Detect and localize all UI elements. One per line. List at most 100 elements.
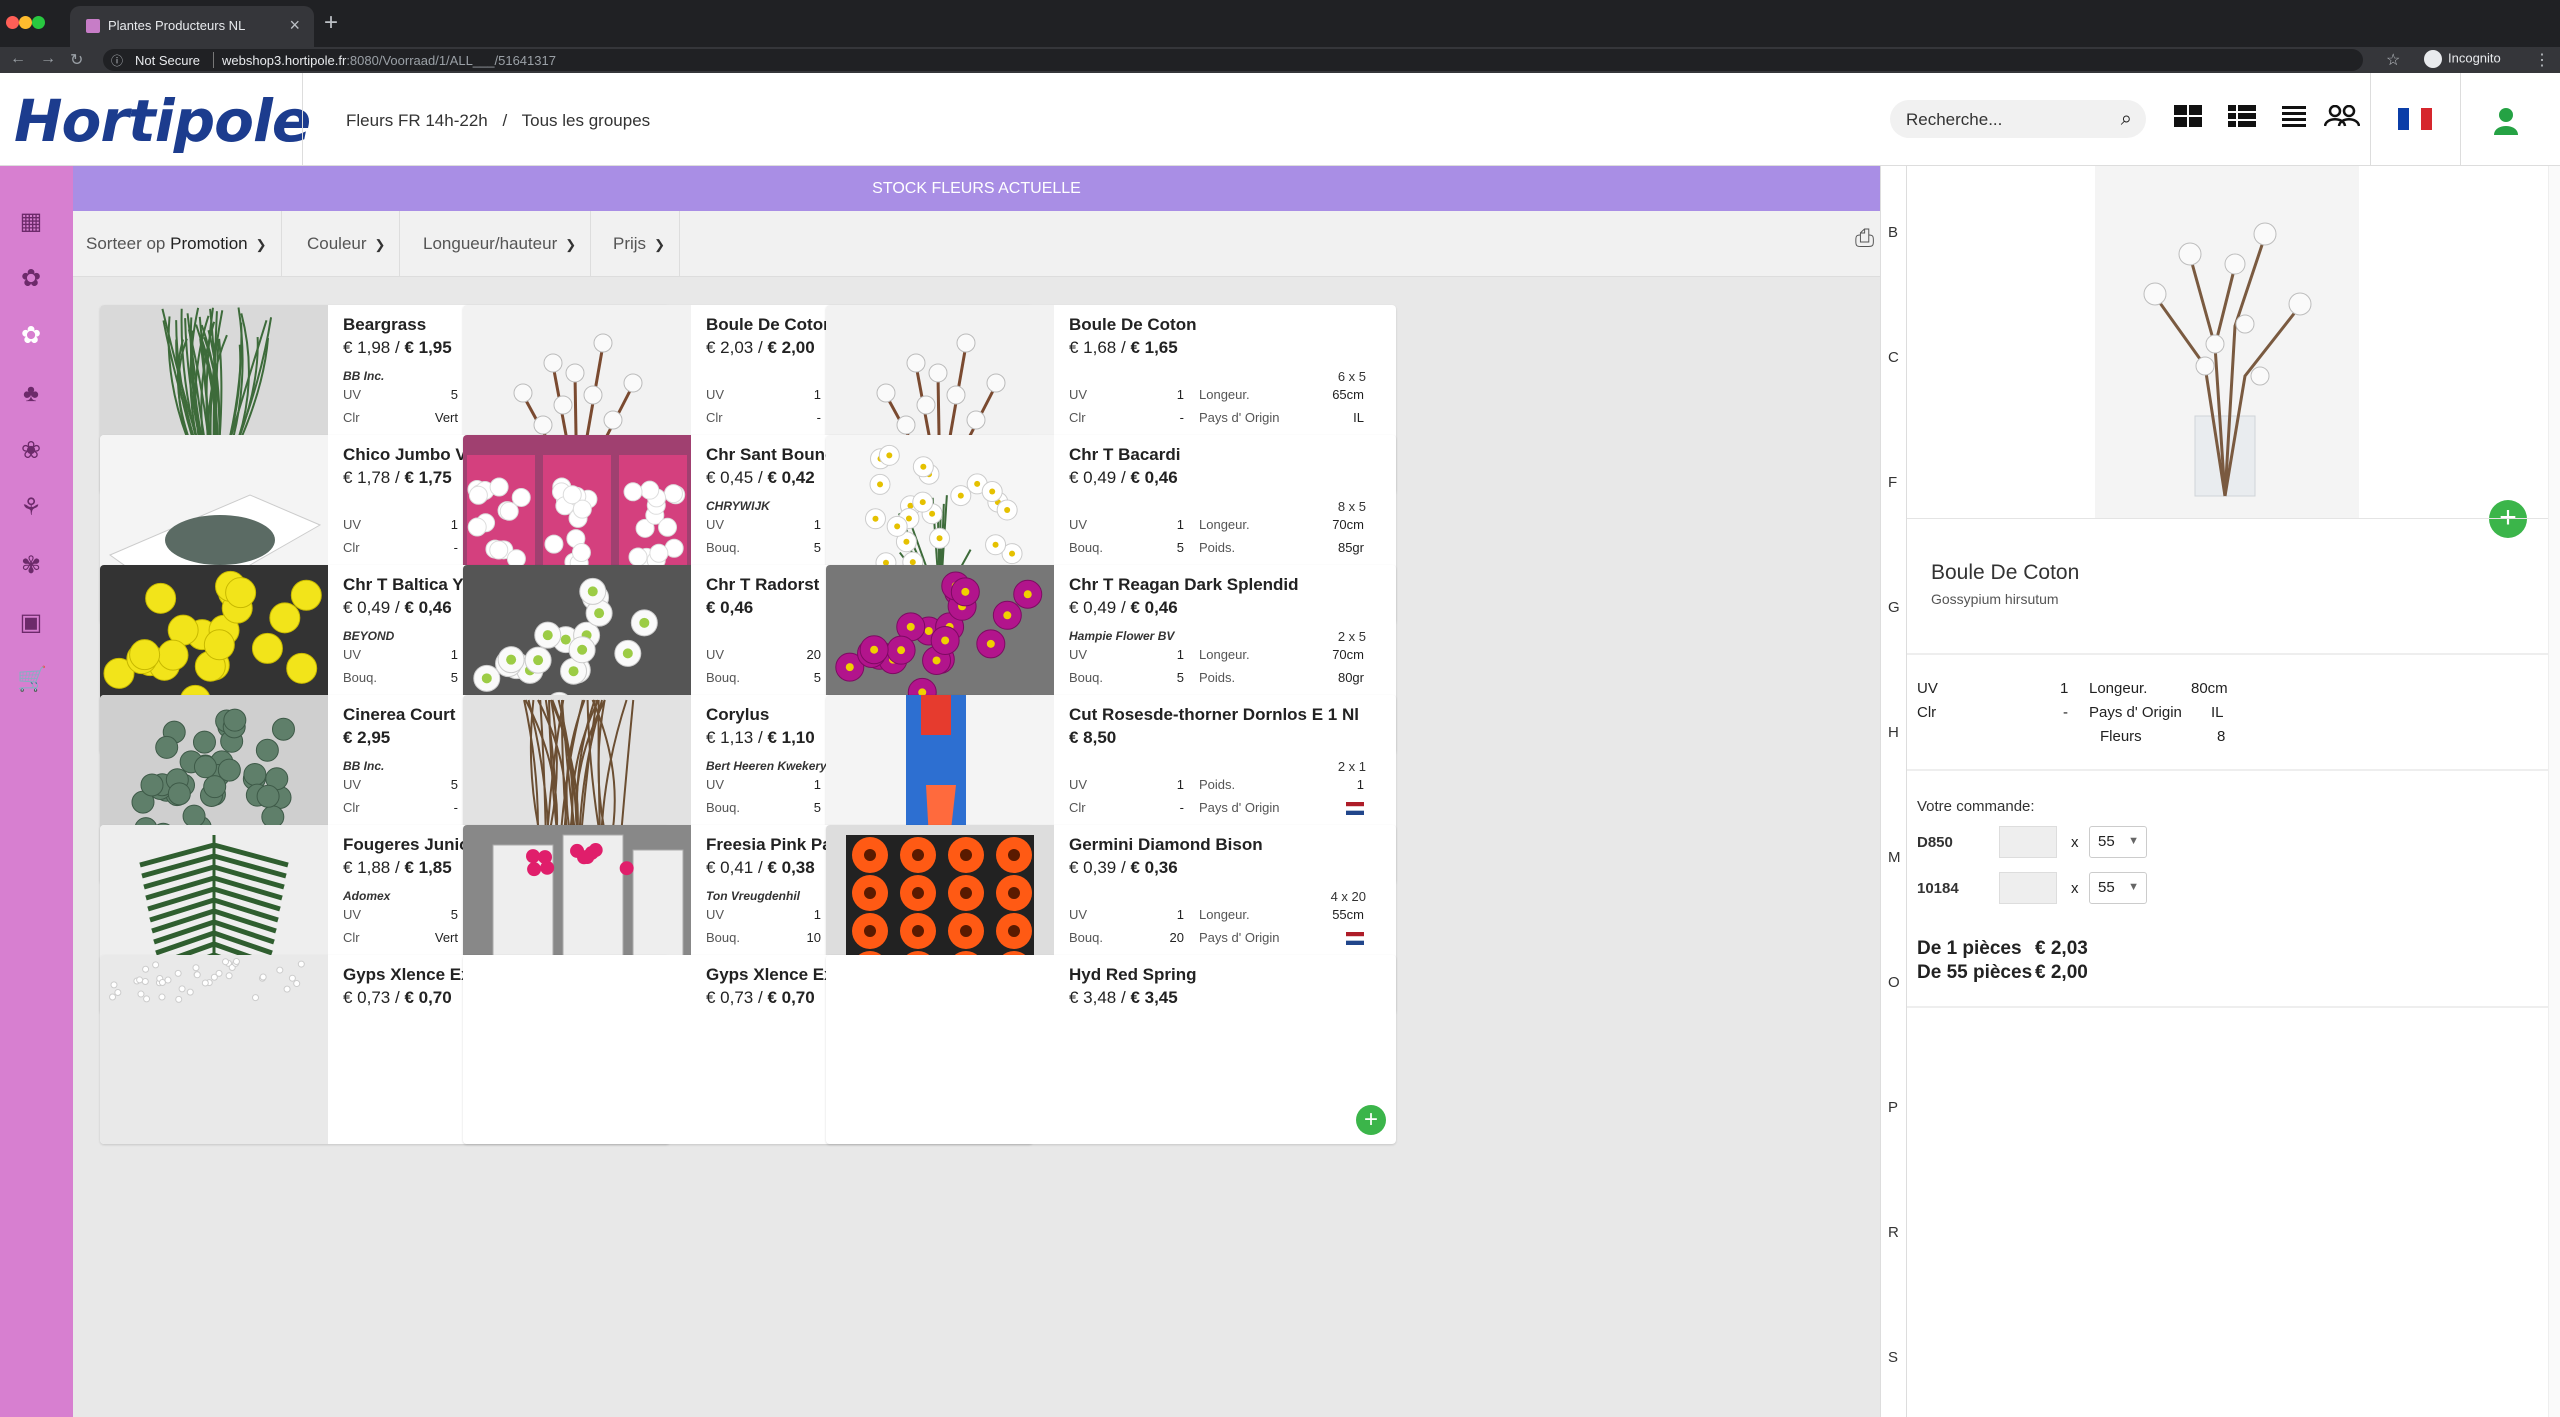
back-arrow-icon[interactable]: ←: [10, 50, 26, 68]
alphabet-letter-m[interactable]: M: [1888, 849, 1901, 866]
search-input[interactable]: [1906, 110, 2106, 130]
spec-value: [1346, 930, 1364, 946]
order-unit-select[interactable]: 55 ▼: [2089, 872, 2147, 904]
browser-menu-icon[interactable]: ⋮: [2534, 50, 2550, 70]
alphabet-letter-h[interactable]: H: [1888, 724, 1899, 741]
breadcrumb-item-assortment[interactable]: Fleurs FR 14h-22h: [346, 111, 488, 130]
site-header: Hortipole Fleurs FR 14h-22h / Tous les g…: [0, 73, 2560, 166]
alphabet-letter-b[interactable]: B: [1888, 224, 1898, 241]
spec-label: Clr: [1917, 704, 1937, 721]
close-window-button[interactable]: [6, 16, 19, 29]
alphabet-letter-s[interactable]: S: [1888, 1349, 1898, 1366]
detail-add-button[interactable]: +: [2489, 500, 2527, 538]
alphabet-letter-f[interactable]: F: [1888, 474, 1897, 491]
detail-product-name: Boule De Coton: [1931, 561, 2080, 584]
product-card-hyd-red-spring[interactable]: Hyd Red Spring € 3,48 / € 3,45 +: [826, 955, 1396, 1144]
longueur-filter[interactable]: Longueur/hauteur ❯: [410, 211, 592, 277]
product-image[interactable]: [463, 955, 691, 1144]
product-image[interactable]: [100, 955, 328, 1144]
product-name[interactable]: Chr T Bacardi: [1069, 445, 1180, 465]
product-spec-row: UV 1 Longeur. 55cm: [1069, 907, 1364, 923]
branch-icon[interactable]: ⚘: [17, 494, 45, 522]
product-name[interactable]: Chico Jumbo V P: [343, 445, 483, 465]
alphabet-letter-o[interactable]: O: [1888, 974, 1900, 991]
blossom-icon[interactable]: ❀: [17, 437, 45, 465]
prijs-filter[interactable]: Prijs ❯: [600, 211, 680, 277]
reload-icon[interactable]: ↻: [70, 50, 83, 70]
spec-label: Fleurs: [2100, 728, 2142, 745]
grid-large-view-icon[interactable]: [2174, 105, 2202, 127]
hortipole-logo[interactable]: Hortipole: [14, 87, 311, 155]
spec-value: [1346, 800, 1364, 816]
alphabet-letter-c[interactable]: C: [1888, 349, 1899, 366]
forward-arrow-icon[interactable]: →: [40, 50, 56, 68]
product-name[interactable]: Boule De Coton: [1069, 315, 1197, 335]
spec-label: Longeur.: [1199, 647, 1250, 662]
category-sidebar: ▦ ✿ ✿ ♣ ❀ ⚘ ✾ ▣ 🛒: [0, 166, 73, 1417]
spec-value: 5: [450, 907, 458, 922]
couleur-filter[interactable]: Couleur ❯: [294, 211, 401, 277]
users-icon[interactable]: [2324, 105, 2360, 127]
product-name[interactable]: Germini Diamond Bison: [1069, 835, 1263, 855]
url-text[interactable]: webshop3.hortipole.fr:8080/Voorraad/1/AL…: [222, 53, 556, 68]
shopping-cart-icon[interactable]: 🛒: [17, 666, 47, 694]
flower-icon[interactable]: ✿: [17, 265, 45, 293]
order-unit-select[interactable]: 55 ▼: [2089, 826, 2147, 858]
product-name[interactable]: Chr T Radorst: [706, 575, 819, 595]
spec-value: -: [2063, 704, 2068, 721]
product-name[interactable]: Fougeres Junior: [343, 835, 476, 855]
alphabet-letter-r[interactable]: R: [1888, 1224, 1899, 1241]
product-price: € 0,39 / € 0,36: [1069, 858, 1178, 877]
minimize-window-button[interactable]: [19, 16, 32, 29]
spec-value: 5: [813, 800, 821, 815]
breadcrumb-item-groups[interactable]: Tous les groupes: [522, 111, 651, 130]
product-name[interactable]: Corylus: [706, 705, 769, 725]
pack-size: 2 x 1: [1337, 759, 1366, 774]
new-tab-button[interactable]: +: [324, 9, 338, 37]
address-bar[interactable]: ⓘ Not Secure webshop3.hortipole.fr:8080/…: [103, 49, 2363, 71]
incognito-indicator[interactable]: Incognito: [2424, 50, 2501, 68]
stock-banner: STOCK FLEURS ACTUELLE: [73, 166, 1880, 211]
order-line-code: D850: [1917, 834, 1953, 851]
print-icon[interactable]: ⎙: [1855, 225, 1874, 253]
browser-tab[interactable]: Plantes Producteurs NL ×: [70, 6, 314, 47]
order-quantity-input[interactable]: [1999, 872, 2057, 904]
bouquet-icon[interactable]: ✾: [17, 552, 45, 580]
product-name[interactable]: Cinerea Court: [343, 705, 455, 725]
product-name[interactable]: Beargrass: [343, 315, 426, 335]
product-name[interactable]: Chr T Reagan Dark Splendid: [1069, 575, 1299, 595]
supplier-name: BB Inc.: [343, 369, 385, 383]
alphabet-letter-g[interactable]: G: [1888, 599, 1900, 616]
potted-plant-icon[interactable]: ♣: [17, 380, 45, 408]
spec-value: -: [816, 410, 821, 425]
alphabet-letter-p[interactable]: P: [1888, 1099, 1898, 1116]
greenhouse-icon[interactable]: ▦: [17, 208, 45, 236]
page-scrollbar[interactable]: [2548, 166, 2560, 1417]
user-account-icon[interactable]: [2494, 107, 2518, 135]
spec-label: Longeur.: [2089, 680, 2148, 697]
sort-dropdown[interactable]: Sorteer op Promotion ❯: [73, 211, 282, 277]
info-icon[interactable]: ⓘ: [111, 52, 123, 69]
spec-value: 70cm: [1332, 647, 1364, 662]
maximize-window-button[interactable]: [32, 16, 45, 29]
search-icon[interactable]: ⌕: [2121, 108, 2132, 131]
spec-label: UV: [1069, 777, 1088, 792]
product-image[interactable]: [826, 955, 1054, 1144]
spec-label: Bouq.: [706, 800, 740, 815]
language-flag-fr-icon[interactable]: [2398, 108, 2432, 130]
bookmark-star-icon[interactable]: ☆: [2386, 50, 2400, 70]
detail-product-image: [2095, 166, 2359, 518]
grid-list-view-icon[interactable]: [2228, 105, 2256, 127]
spec-value: 5: [1176, 670, 1184, 685]
add-to-cart-button[interactable]: +: [1356, 1105, 1386, 1135]
product-price: € 0,46: [706, 598, 754, 617]
list-view-icon[interactable]: [2280, 105, 2308, 127]
spec-label: Clr: [343, 930, 360, 945]
order-quantity-input[interactable]: [1999, 826, 2057, 858]
product-name[interactable]: Hyd Red Spring: [1069, 965, 1197, 985]
product-name[interactable]: Cut Rosesde-thorner Dornlos E 1 Nl: [1069, 705, 1359, 725]
package-icon[interactable]: ▣: [17, 609, 45, 637]
cut-flower-icon[interactable]: ✿: [17, 322, 45, 350]
product-name[interactable]: Boule De Coton: [706, 315, 834, 335]
tab-close-icon[interactable]: ×: [289, 15, 300, 36]
